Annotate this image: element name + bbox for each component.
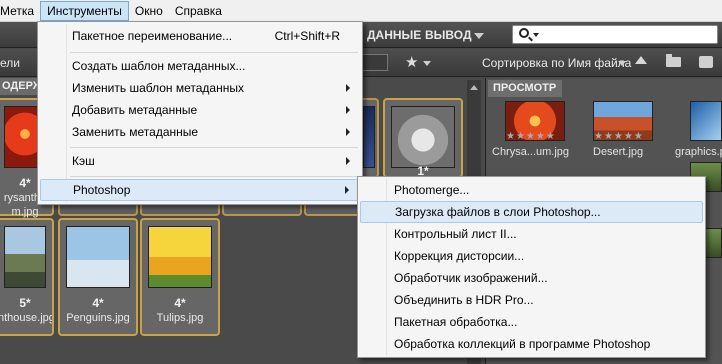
menu-item-photoshop[interactable]: Photoshop xyxy=(40,179,360,201)
workspace-output-tab[interactable]: ВЫВОД xyxy=(425,28,472,42)
submenu-arrow-icon xyxy=(346,106,350,114)
star-filter-icon[interactable]: ★ xyxy=(405,53,418,71)
thumbnail-image xyxy=(148,226,212,288)
sort-caret-icon[interactable] xyxy=(618,61,626,66)
menu-item-shortcut: Ctrl+Shift+R xyxy=(274,29,340,43)
thumbnail-penguins[interactable]: 4* Penguins.jpg xyxy=(58,218,138,336)
menu-item-label: Пакетное переименование... xyxy=(72,29,233,43)
menu-separator xyxy=(70,52,358,53)
menu-item-batch-rename[interactable]: Пакетное переименование... Ctrl+Shift+R xyxy=(40,25,360,47)
menu-bar: Метка Инструменты Окно Справка xyxy=(0,0,722,22)
menu-item-image-processor[interactable]: Обработчик изображений... xyxy=(360,267,703,289)
menu-help[interactable]: Справка xyxy=(169,1,228,21)
preview-rating: ★★★★★ xyxy=(506,131,556,142)
thumbnail-rating: 4* xyxy=(174,296,186,310)
preview-filename: Desert.jpg xyxy=(593,146,644,158)
thumbnail-filename: nthouse.jpg xyxy=(0,312,52,324)
search-icon[interactable] xyxy=(519,28,529,38)
preview-filename: graphics.p xyxy=(675,146,722,158)
photoshop-submenu: Photomerge... Загрузка файлов в слои Pho… xyxy=(357,176,706,358)
workspace-menu-caret-icon[interactable] xyxy=(474,33,484,39)
search-options-caret-icon[interactable] xyxy=(533,33,539,37)
sort-dropdown[interactable]: Сортировка по Имя файла xyxy=(482,56,631,70)
thumbnail-koala[interactable]: 1* xyxy=(383,98,463,178)
thumbnail-lighthouse[interactable]: 5* nthouse.jpg xyxy=(0,218,54,336)
thumbnail-image xyxy=(66,226,130,288)
menu-item-label: Заменить метаданные xyxy=(72,125,199,139)
scroll-up-icon[interactable] xyxy=(470,85,478,90)
star-filter-caret-icon[interactable] xyxy=(423,61,431,66)
submenu-arrow-icon xyxy=(345,186,349,194)
workspace-data-tab[interactable]: ДАННЫЕ xyxy=(367,28,421,42)
tools-menu: Пакетное переименование... Ctrl+Shift+R … xyxy=(37,21,363,205)
menu-tools[interactable]: Инструменты xyxy=(40,0,129,21)
menu-item-process-collections[interactable]: Обработка коллекций в программе Photosho… xyxy=(360,333,703,355)
menu-item-label: Photoshop xyxy=(73,183,131,197)
thumbnail-image xyxy=(391,106,455,168)
menu-separator xyxy=(70,147,358,148)
thumbnail-rating: 4* xyxy=(92,296,104,310)
path-bar-label: ели xyxy=(0,56,20,70)
sort-ascending-icon[interactable] xyxy=(635,56,647,64)
menu-item-batch[interactable]: Пакетная обработка... xyxy=(360,311,703,333)
menu-item-cache[interactable]: Кэш xyxy=(40,150,360,172)
menu-item-contact-sheet[interactable]: Контрольный лист II... xyxy=(360,223,703,245)
menu-item-label: Создать шаблон метаданных... xyxy=(72,59,246,73)
menu-window[interactable]: Окно xyxy=(129,1,169,21)
menu-item-photomerge[interactable]: Photomerge... xyxy=(360,179,703,201)
submenu-arrow-icon xyxy=(346,84,350,92)
menu-item-label: Кэш xyxy=(72,154,95,168)
preview-thumb[interactable] xyxy=(690,101,722,141)
menu-item-replace-metadata[interactable]: Заменить метаданные xyxy=(40,121,360,143)
menu-item-label: Изменить шаблон метаданных xyxy=(72,81,244,95)
menu-item-edit-metadata-template[interactable]: Изменить шаблон метаданных xyxy=(40,77,360,99)
preview-panel-tab[interactable]: ПРОСМОТР xyxy=(488,80,562,97)
menu-label[interactable]: Метка xyxy=(0,1,40,21)
menu-item-merge-to-hdr[interactable]: Объединить в HDR Pro... xyxy=(360,289,703,311)
submenu-arrow-icon xyxy=(346,157,350,165)
new-folder-icon[interactable] xyxy=(666,54,681,67)
menu-separator xyxy=(70,176,358,177)
thumbnail-image xyxy=(363,106,375,168)
menu-item-load-files-into-layers[interactable]: Загрузка файлов в слои Photoshop... xyxy=(360,201,703,223)
thumbnail-tulips[interactable]: 4* Tulips.jpg xyxy=(140,218,220,336)
thumbnail-rating: 5* xyxy=(19,296,31,310)
menu-item-create-metadata-template[interactable]: Создать шаблон метаданных... xyxy=(40,55,360,77)
menu-item-label: Добавить метаданные xyxy=(72,103,198,117)
submenu-arrow-icon xyxy=(346,128,350,136)
preview-rating: ★★★★★ xyxy=(594,131,644,142)
thumbnail-filename: Penguins.jpg xyxy=(66,312,130,324)
menu-item-lens-correction[interactable]: Коррекция дисторсии... xyxy=(360,245,703,267)
thumbnail-filename: Tulips.jpg xyxy=(156,312,204,324)
thumbnail-image xyxy=(4,226,46,288)
menu-item-append-metadata[interactable]: Добавить метаданные xyxy=(40,99,360,121)
search-input[interactable] xyxy=(512,25,718,44)
thumbnail-filename-cont: m.jpg xyxy=(11,206,39,218)
open-recent-icon[interactable] xyxy=(699,56,713,68)
preview-filename: Chrysa...um.jpg xyxy=(492,146,570,158)
